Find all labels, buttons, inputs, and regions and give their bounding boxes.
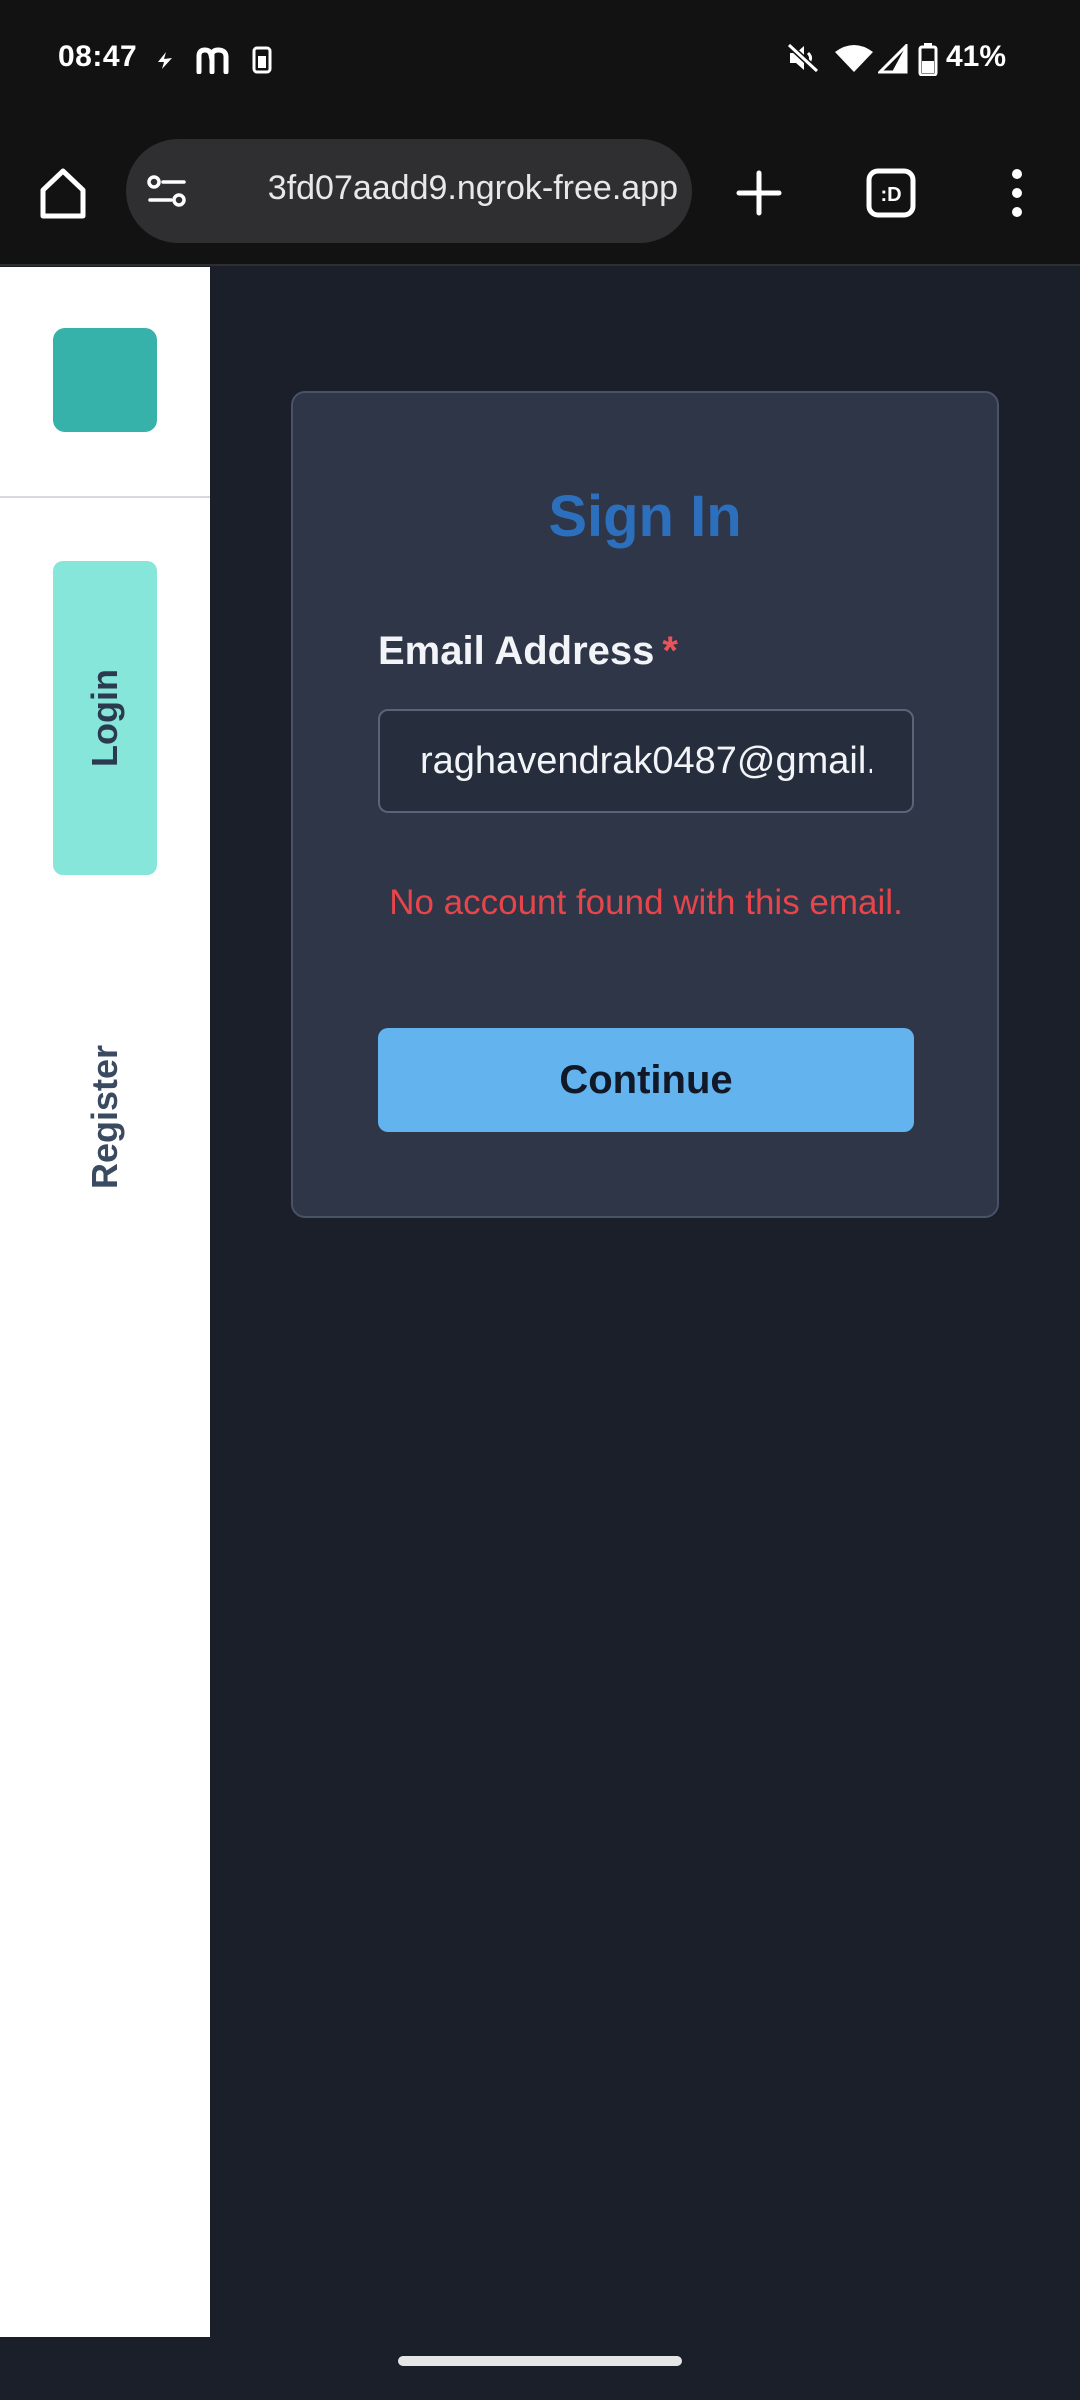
required-marker: * bbox=[662, 629, 678, 673]
email-label: Email Address * bbox=[378, 629, 678, 674]
battery-percent: 41% bbox=[946, 40, 1007, 73]
status-bar: 08:47 41% bbox=[0, 0, 1080, 120]
sidebar-item-label: Register bbox=[84, 1044, 125, 1190]
error-message: No account found with this email. bbox=[389, 883, 903, 922]
page-title: Sign In bbox=[548, 484, 742, 549]
sidebar: Login Register bbox=[0, 267, 210, 2337]
swipe-notification-icon bbox=[158, 52, 172, 69]
sidebar-divider bbox=[0, 496, 210, 498]
mute-icon bbox=[786, 42, 820, 74]
battery-icon bbox=[918, 43, 938, 76]
site-settings-icon[interactable] bbox=[146, 173, 188, 209]
tab-switcher-label: :D bbox=[880, 184, 901, 206]
sidebar-item-label: Login bbox=[84, 669, 125, 767]
more-vert-icon[interactable] bbox=[1008, 168, 1026, 218]
gesture-nav-handle[interactable] bbox=[398, 2356, 682, 2366]
home-icon[interactable] bbox=[38, 166, 88, 220]
continue-button[interactable]: Continue bbox=[378, 1028, 914, 1132]
address-bar[interactable]: 3fd07aadd9.ngrok-free.app bbox=[126, 139, 692, 243]
url-text: 3fd07aadd9.ngrok-free.app bbox=[267, 169, 678, 207]
wifi-icon bbox=[835, 45, 873, 72]
status-time: 08:47 bbox=[58, 40, 138, 73]
sim-tray-icon bbox=[252, 46, 272, 74]
email-field[interactable] bbox=[378, 709, 914, 813]
email-label-text: Email Address bbox=[378, 629, 655, 673]
m-app-icon bbox=[196, 47, 229, 74]
sidebar-item-login[interactable]: Login bbox=[53, 561, 157, 875]
tab-switcher-icon[interactable]: :D bbox=[866, 168, 916, 218]
cell-signal-icon bbox=[878, 44, 908, 74]
browser-toolbar: 3fd07aadd9.ngrok-free.app :D bbox=[0, 120, 1080, 266]
new-tab-plus-icon[interactable] bbox=[736, 288, 782, 334]
new-tab-button[interactable] bbox=[736, 170, 782, 216]
signin-card: Sign In Email Address* No account found … bbox=[291, 391, 999, 1218]
sidebar-item-register[interactable]: Register bbox=[53, 987, 157, 1247]
app-logo[interactable] bbox=[53, 328, 157, 432]
